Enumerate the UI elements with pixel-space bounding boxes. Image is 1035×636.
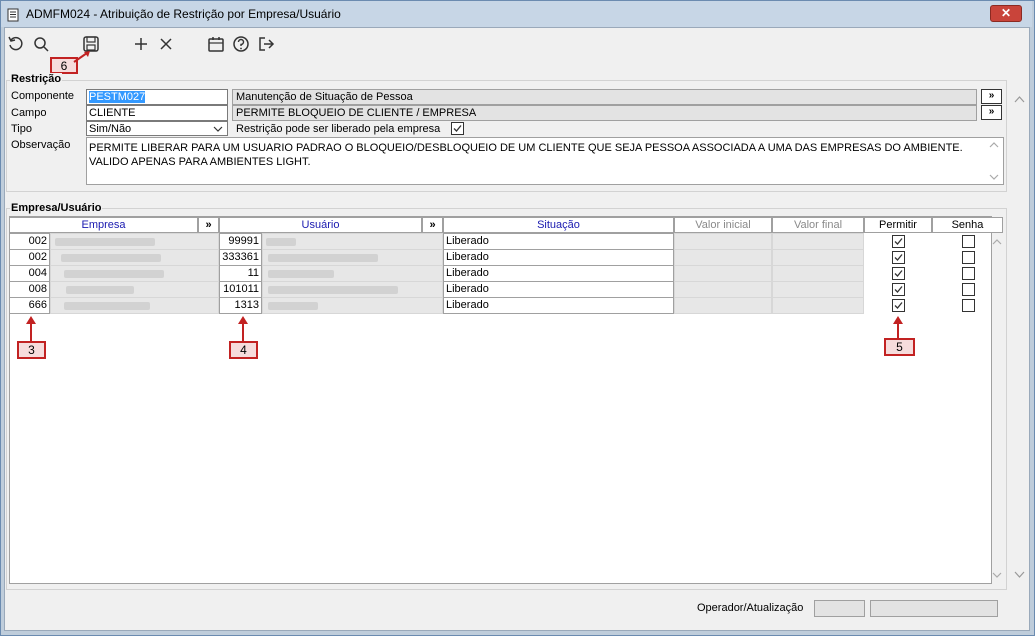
cell-usuario-name <box>262 265 443 282</box>
column-header-senha[interactable]: Senha <box>932 217 1003 233</box>
cell-valor-final <box>772 297 864 314</box>
column-header-empresa[interactable]: Empresa <box>9 217 198 233</box>
cell-empresa-code[interactable]: 002 <box>9 233 50 250</box>
senha-checkbox[interactable] <box>962 251 975 264</box>
cell-usuario-name <box>262 249 443 266</box>
tipo-label: Tipo <box>11 123 32 135</box>
annotation-arrow-5 <box>893 316 903 338</box>
senha-checkbox[interactable] <box>962 299 975 312</box>
cell-usuario-code[interactable]: 101011 <box>219 281 262 298</box>
tipo-value: Sim/Não <box>89 123 132 135</box>
column-header-usuario[interactable]: Usuário <box>219 217 422 233</box>
close-button[interactable]: ✕ <box>990 5 1022 22</box>
exit-icon[interactable] <box>256 34 276 54</box>
observacao-scrollbar[interactable] <box>987 139 1001 183</box>
tipo-select[interactable]: Sim/Não <box>86 121 228 136</box>
empresa-more-button[interactable]: » <box>198 217 219 233</box>
add-icon[interactable] <box>131 34 151 54</box>
restricao-group-label: Restrição <box>10 73 63 85</box>
operador-field <box>814 600 865 617</box>
cell-valor-final <box>772 265 864 282</box>
cell-empresa-code[interactable]: 004 <box>9 265 50 282</box>
grid-vertical-scrollbar[interactable] <box>990 234 1004 584</box>
campo-field[interactable]: CLIENTE <box>86 105 228 121</box>
liberado-label: Restrição pode ser liberado pela empresa <box>236 123 441 135</box>
annotation-arrow-4 <box>238 316 248 341</box>
permitir-checkbox[interactable] <box>892 235 905 248</box>
cell-valor-inicial <box>674 265 772 282</box>
calendar-icon[interactable] <box>206 34 226 54</box>
cell-valor-final <box>772 249 864 266</box>
refresh-icon[interactable] <box>6 34 26 54</box>
cell-situacao[interactable]: Liberado <box>443 281 674 298</box>
annotation-marker-3: 3 <box>17 341 46 359</box>
cell-empresa-code[interactable]: 008 <box>9 281 50 298</box>
permitir-checkbox[interactable] <box>892 283 905 296</box>
cell-situacao[interactable]: Liberado <box>443 265 674 282</box>
cell-situacao[interactable]: Liberado <box>443 297 674 314</box>
cell-empresa-name <box>50 233 219 250</box>
cell-usuario-code[interactable]: 11 <box>219 265 262 282</box>
cell-valor-inicial <box>674 297 772 314</box>
empresa-usuario-group-label: Empresa/Usuário <box>10 202 103 214</box>
usuario-more-button[interactable]: » <box>422 217 443 233</box>
search-icon[interactable] <box>31 34 51 54</box>
cell-valor-final <box>772 233 864 250</box>
cell-valor-inicial <box>674 249 772 266</box>
annotation-arrow-6 <box>73 51 90 63</box>
liberado-checkbox[interactable] <box>451 122 464 135</box>
cell-usuario-name <box>262 281 443 298</box>
column-header-valor-final[interactable]: Valor final <box>772 217 864 233</box>
cell-situacao[interactable]: Liberado <box>443 249 674 266</box>
column-header-valor-inicial[interactable]: Valor inicial <box>674 217 772 233</box>
campo-description: PERMITE BLOQUEIO DE CLIENTE / EMPRESA <box>232 105 977 121</box>
delete-icon[interactable] <box>156 34 176 54</box>
column-header-permitir[interactable]: Permitir <box>864 217 932 233</box>
chevron-down-icon[interactable] <box>212 124 224 134</box>
annotation-marker-4: 4 <box>229 341 258 359</box>
cell-empresa-name <box>50 297 219 314</box>
cell-empresa-code[interactable]: 666 <box>9 297 50 314</box>
permitir-checkbox[interactable] <box>892 299 905 312</box>
window-title: ADMFM024 - Atribuição de Restrição por E… <box>26 7 341 21</box>
permitir-checkbox[interactable] <box>892 267 905 280</box>
campo-label: Campo <box>11 107 47 119</box>
cell-usuario-code[interactable]: 333361 <box>219 249 262 266</box>
cell-usuario-name <box>262 297 443 314</box>
cell-empresa-name <box>50 265 219 282</box>
annotation-arrow-3 <box>26 316 36 341</box>
form-vertical-scrollbar[interactable] <box>1011 88 1028 583</box>
senha-checkbox[interactable] <box>962 267 975 280</box>
permitir-checkbox[interactable] <box>892 251 905 264</box>
column-header-situacao[interactable]: Situação <box>443 217 674 233</box>
cell-valor-inicial <box>674 281 772 298</box>
componente-more-button[interactable]: » <box>981 89 1002 104</box>
senha-checkbox[interactable] <box>962 283 975 296</box>
annotation-marker-5: 5 <box>884 338 915 356</box>
componente-label: Componente <box>11 90 74 102</box>
cell-usuario-name <box>262 233 443 250</box>
cell-usuario-code[interactable]: 99991 <box>219 233 262 250</box>
componente-value: PESTM027 <box>89 91 146 103</box>
cell-empresa-name <box>50 249 219 266</box>
cell-valor-final <box>772 281 864 298</box>
app-document-icon <box>6 8 20 22</box>
observacao-textarea[interactable]: PERMITE LIBERAR PARA UM USUARIO PADRAO O… <box>86 137 1004 185</box>
cell-usuario-code[interactable]: 1313 <box>219 297 262 314</box>
cell-situacao[interactable]: Liberado <box>443 233 674 250</box>
cell-empresa-name <box>50 281 219 298</box>
observacao-label: Observação <box>11 139 71 151</box>
operador-atualizacao-label: Operador/Atualização <box>697 602 804 614</box>
atualizacao-field <box>870 600 998 617</box>
componente-description: Manutenção de Situação de Pessoa <box>232 89 977 105</box>
componente-field[interactable]: PESTM027 <box>86 89 228 105</box>
cell-empresa-code[interactable]: 002 <box>9 249 50 266</box>
senha-checkbox[interactable] <box>962 235 975 248</box>
observacao-line-1: PERMITE LIBERAR PARA UM USUARIO PADRAO O… <box>89 142 963 154</box>
observacao-line-2: VALIDO APENAS PARA AMBIENTES LIGHT. <box>89 156 311 168</box>
help-icon[interactable] <box>231 34 251 54</box>
cell-valor-inicial <box>674 233 772 250</box>
campo-more-button[interactable]: » <box>981 105 1002 120</box>
